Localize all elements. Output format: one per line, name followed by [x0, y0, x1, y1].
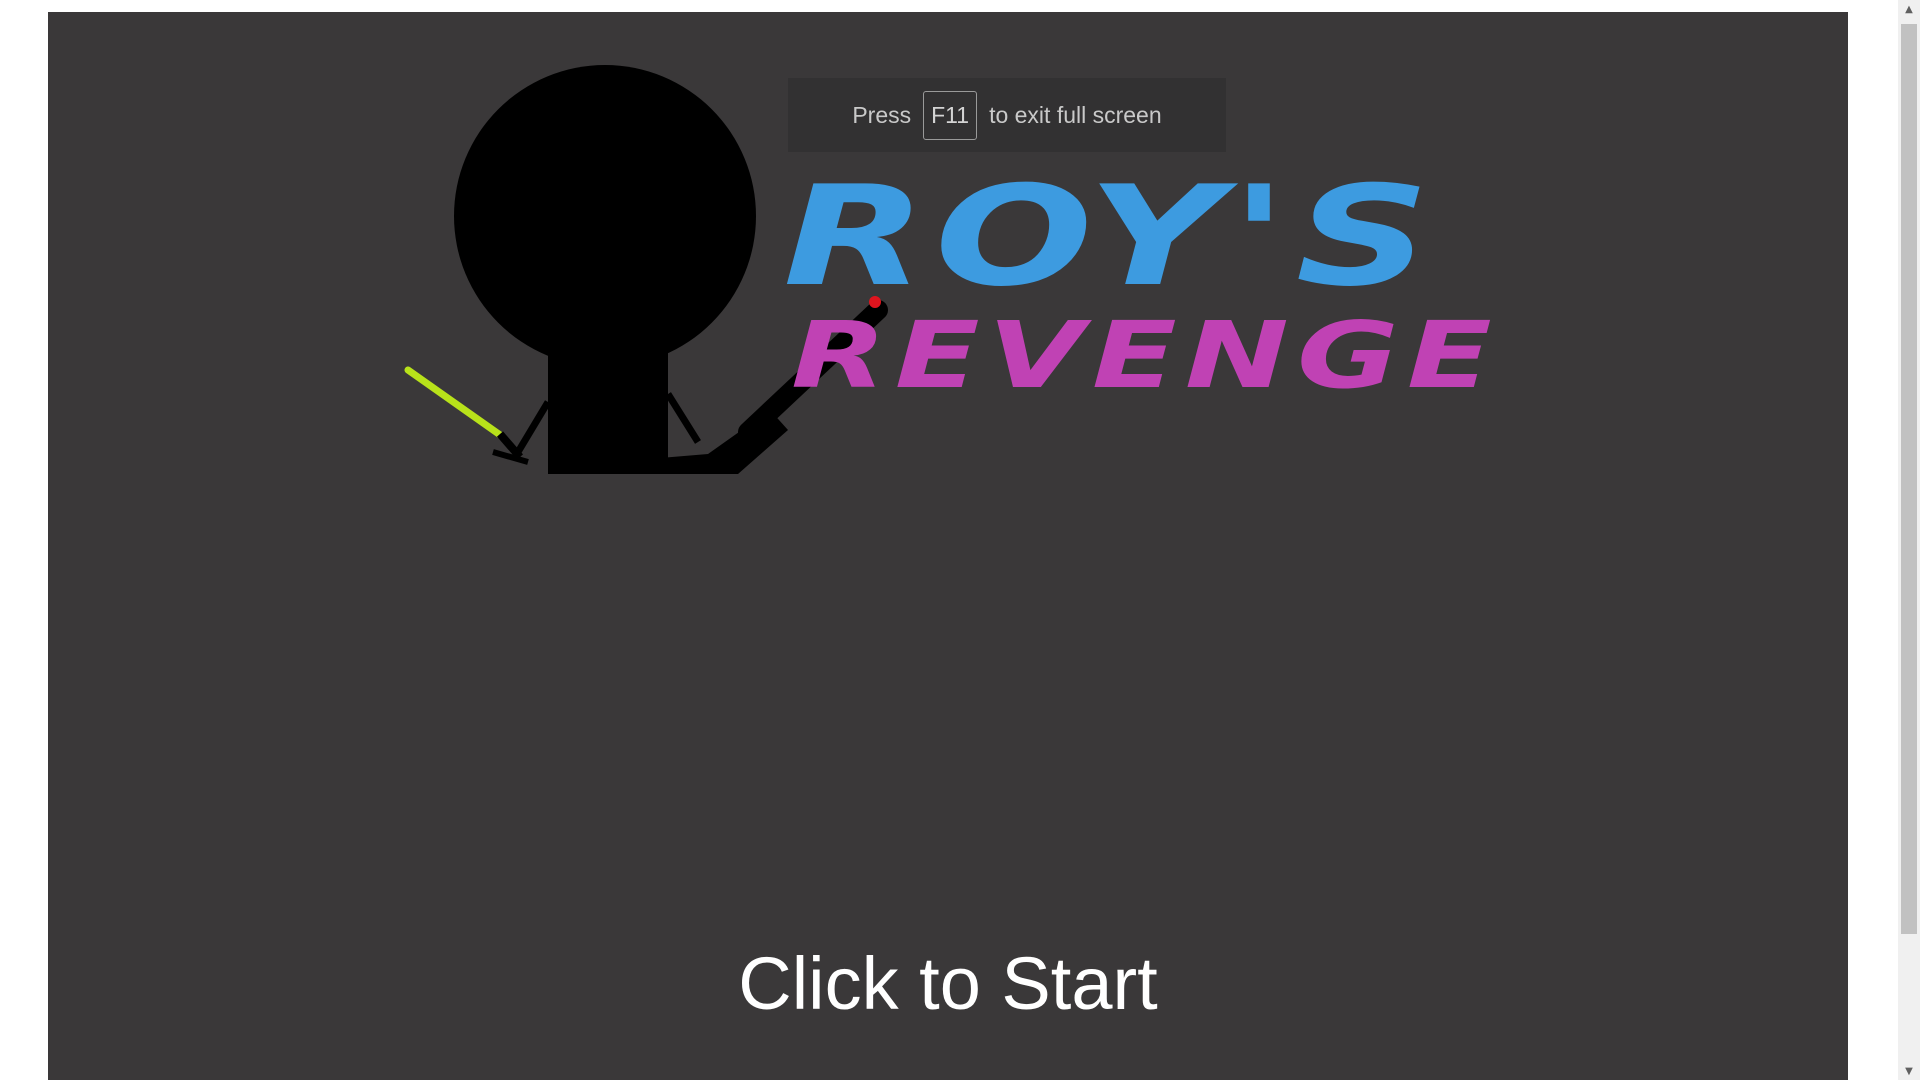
scrollbar-thumb[interactable] — [1901, 24, 1917, 934]
stick-figure-head — [454, 65, 756, 367]
scroll-up-icon[interactable]: ▲ — [1898, 0, 1920, 18]
scroll-down-icon[interactable]: ▼ — [1898, 1062, 1920, 1080]
left-arm — [514, 400, 552, 454]
notice-text-before: Press — [852, 101, 912, 128]
f11-keycap: F11 — [923, 90, 978, 140]
lightsaber-blade — [404, 366, 507, 441]
click-to-start-prompt[interactable]: Click to Start — [48, 947, 1848, 1021]
stick-figure-torso — [548, 342, 668, 474]
notice-text-after: to exit full screen — [989, 101, 1162, 128]
fullscreen-exit-notice: Press F11 to exit full screen — [788, 78, 1226, 152]
game-title-line1: ROY'S — [783, 156, 1438, 317]
browser-viewport: ROY'S REVENGE Press F11 to exit full scr… — [0, 0, 1898, 1080]
lightsaber-guard — [492, 449, 529, 465]
game-title-line2: REVENGE — [791, 302, 1500, 409]
game-canvas[interactable]: ROY'S REVENGE Press F11 to exit full scr… — [48, 12, 1848, 1080]
right-arm — [665, 392, 701, 444]
vertical-scrollbar[interactable]: ▲ ▼ — [1898, 0, 1920, 1080]
